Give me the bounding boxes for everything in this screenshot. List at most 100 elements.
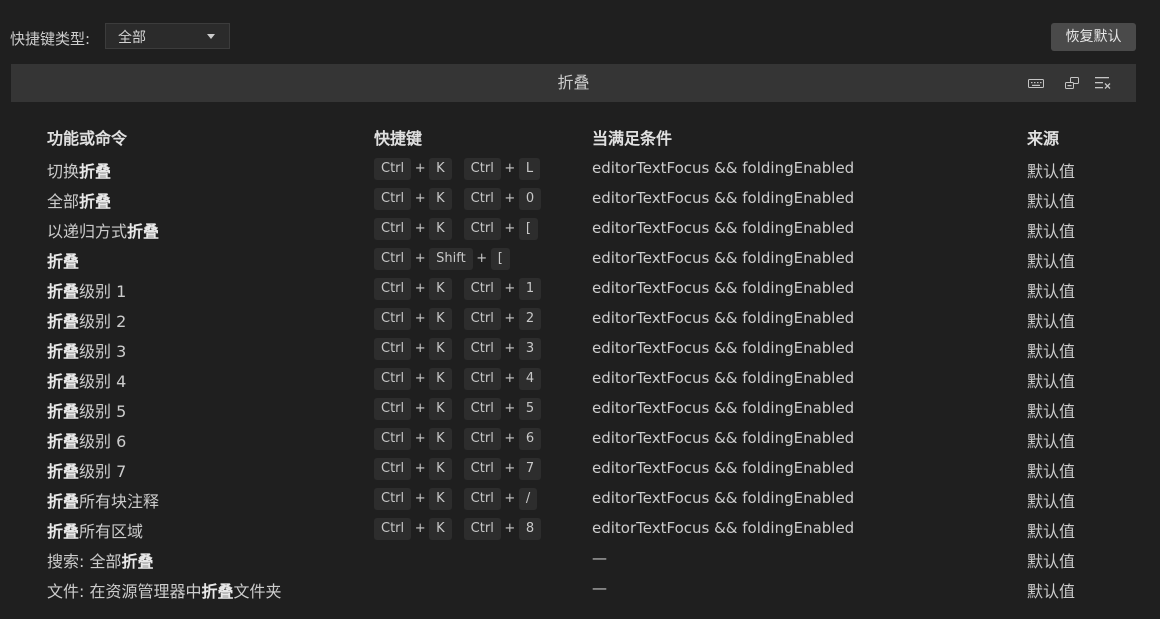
command-text: 级别 5 (79, 402, 127, 421)
source-label: 默认值 (1027, 402, 1076, 421)
command-text: 文件: 在资源管理器中 (47, 582, 202, 601)
command-highlight: 折叠 (47, 402, 80, 421)
command-text: 级别 7 (79, 462, 127, 481)
table-row[interactable]: 折叠级别 1 Ctrl + K Ctrl +1 editorTextFocus && fol… (0, 274, 1160, 304)
key-cap: K (429, 188, 452, 210)
command-highlight: 折叠 (47, 372, 80, 391)
command-label: 折叠级别 1 (47, 278, 126, 302)
table-row[interactable]: 折叠级别 2 Ctrl + K Ctrl +2 editorTextFocus && fol… (0, 304, 1160, 334)
table-row[interactable]: 以递归方式折叠 Ctrl + K Ctrl +[editorTextFocus && fo… (0, 214, 1160, 244)
keybinding-type-label: 快捷键类型: (10, 30, 91, 48)
column-header-source[interactable]: 来源 (1027, 125, 1059, 149)
key-cap: K (429, 308, 452, 330)
key-plus: + (504, 461, 516, 476)
key-cap: Ctrl (463, 488, 501, 510)
keybinding: Ctrl + K Ctrl +[ (374, 218, 538, 240)
table-row[interactable]: 切换折叠 Ctrl + K Ctrl + LeditorTextFocus && foldi… (0, 154, 1160, 184)
key-plus: + (414, 371, 426, 386)
chevron-down-icon (207, 34, 215, 39)
command-highlight: 折叠 (47, 432, 80, 451)
command-label: 折叠级别 6 (47, 428, 126, 452)
key-plus: + (476, 251, 488, 266)
table-row[interactable]: 折叠所有块注释 Ctrl + K Ctrl + / editorTextFocus && fo… (0, 484, 1160, 514)
key-plus: + (504, 521, 516, 536)
source-label: 默认值 (1027, 492, 1076, 511)
key-plus: + (504, 281, 516, 296)
table-row[interactable]: 折叠级别 4 Ctrl + K Ctrl +4 editorTextFocus && fol… (0, 364, 1160, 394)
when-condition: editorTextFocus && foldingEnabled (592, 279, 855, 297)
key-cap: 6 (518, 428, 542, 450)
keybinding: Ctrl + K Ctrl +5 (374, 398, 542, 420)
table-row[interactable]: 搜索: 全部折叠 — 默认值 (0, 544, 1160, 574)
table-row[interactable]: 折叠 Ctrl + Shift +[editorTextFocus && folding… (0, 244, 1160, 274)
source-label: 默认值 (1027, 432, 1076, 451)
command-highlight: 折叠 (121, 552, 154, 571)
when-condition: editorTextFocus && foldingEnabled (592, 369, 855, 387)
key-plus: + (504, 191, 516, 206)
command-label: 折叠所有块注释 (47, 488, 159, 512)
source-label: 默认值 (1027, 162, 1076, 181)
source-label: 默认值 (1027, 552, 1076, 571)
key-plus: + (414, 491, 426, 506)
key-cap: Ctrl (463, 188, 501, 210)
key-plus: + (414, 341, 426, 356)
key-cap: Ctrl (374, 458, 412, 480)
command-text: 切换 (47, 162, 80, 181)
command-label: 搜索: 全部折叠 (47, 548, 154, 572)
key-cap: K (429, 338, 452, 360)
source-label: 默认值 (1027, 582, 1076, 601)
key-cap: K (429, 278, 452, 300)
when-condition: editorTextFocus && foldingEnabled (592, 519, 855, 537)
table-row[interactable]: 全部折叠 Ctrl + K Ctrl +0 editorTextFocus && foldi… (0, 184, 1160, 214)
when-condition: editorTextFocus && foldingEnabled (592, 339, 855, 357)
column-header-command[interactable]: 功能或命令 (47, 125, 127, 149)
key-cap: 0 (518, 188, 542, 210)
search-value: 折叠 (557, 73, 590, 92)
key-cap: Ctrl (374, 488, 412, 510)
command-highlight: 折叠 (127, 222, 160, 241)
when-condition: editorTextFocus && foldingEnabled (592, 249, 855, 267)
table-row[interactable]: 折叠所有区域 Ctrl + K Ctrl +8 editorTextFocus && fol… (0, 514, 1160, 544)
table-header: 功能或命令 快捷键 当满足条件 来源 (0, 125, 1160, 149)
when-condition: editorTextFocus && foldingEnabled (592, 309, 855, 327)
table-row[interactable]: 折叠级别 6 Ctrl + K Ctrl +6 editorTextFocus && fol… (0, 424, 1160, 454)
command-highlight: 折叠 (79, 192, 112, 211)
command-text: 以递归方式 (47, 222, 128, 241)
table-row[interactable]: 折叠级别 3 Ctrl + K Ctrl +3 editorTextFocus && fol… (0, 334, 1160, 364)
command-highlight: 折叠 (47, 462, 80, 481)
key-cap: Ctrl (374, 218, 412, 240)
command-label: 折叠级别 4 (47, 368, 126, 392)
clear-search-icon[interactable] (1094, 75, 1112, 91)
when-condition: editorTextFocus && foldingEnabled (592, 459, 855, 477)
command-text: 级别 6 (79, 432, 127, 451)
key-cap: L (518, 158, 541, 180)
when-condition: — (592, 549, 607, 567)
when-condition: editorTextFocus && foldingEnabled (592, 429, 855, 447)
key-cap: 8 (518, 518, 542, 540)
key-plus: + (414, 311, 426, 326)
key-plus: + (414, 251, 426, 266)
search-input[interactable]: 折叠 (11, 64, 1136, 102)
table-row[interactable]: 文件: 在资源管理器中折叠文件夹 — 默认值 (0, 574, 1160, 604)
keyboard-icon[interactable] (1027, 75, 1045, 91)
command-text: 全部 (47, 192, 80, 211)
table-row[interactable]: 折叠级别 7 Ctrl + K Ctrl +7 editorTextFocus && fol… (0, 454, 1160, 484)
source-label: 默认值 (1027, 372, 1076, 391)
key-cap: Ctrl (374, 278, 412, 300)
key-cap: Ctrl (374, 338, 412, 360)
column-header-keybinding[interactable]: 快捷键 (374, 125, 422, 149)
key-cap: Ctrl (374, 518, 412, 540)
command-highlight: 折叠 (47, 522, 80, 541)
key-cap: K (429, 158, 452, 180)
table-row[interactable]: 折叠级别 5 Ctrl + K Ctrl +5 editorTextFocus && fol… (0, 394, 1160, 424)
column-header-when[interactable]: 当满足条件 (592, 125, 672, 149)
source-label: 默认值 (1027, 342, 1076, 361)
sort-by-precedence-icon[interactable] (1063, 75, 1081, 91)
key-cap: Ctrl (463, 338, 501, 360)
command-label: 折叠所有区域 (47, 518, 143, 542)
key-cap: K (429, 488, 452, 510)
key-plus: + (504, 341, 516, 356)
key-cap: Ctrl (463, 278, 501, 300)
restore-defaults-button[interactable]: 恢复默认 (1051, 23, 1136, 51)
keybinding-type-select[interactable]: 全部 (105, 23, 230, 49)
